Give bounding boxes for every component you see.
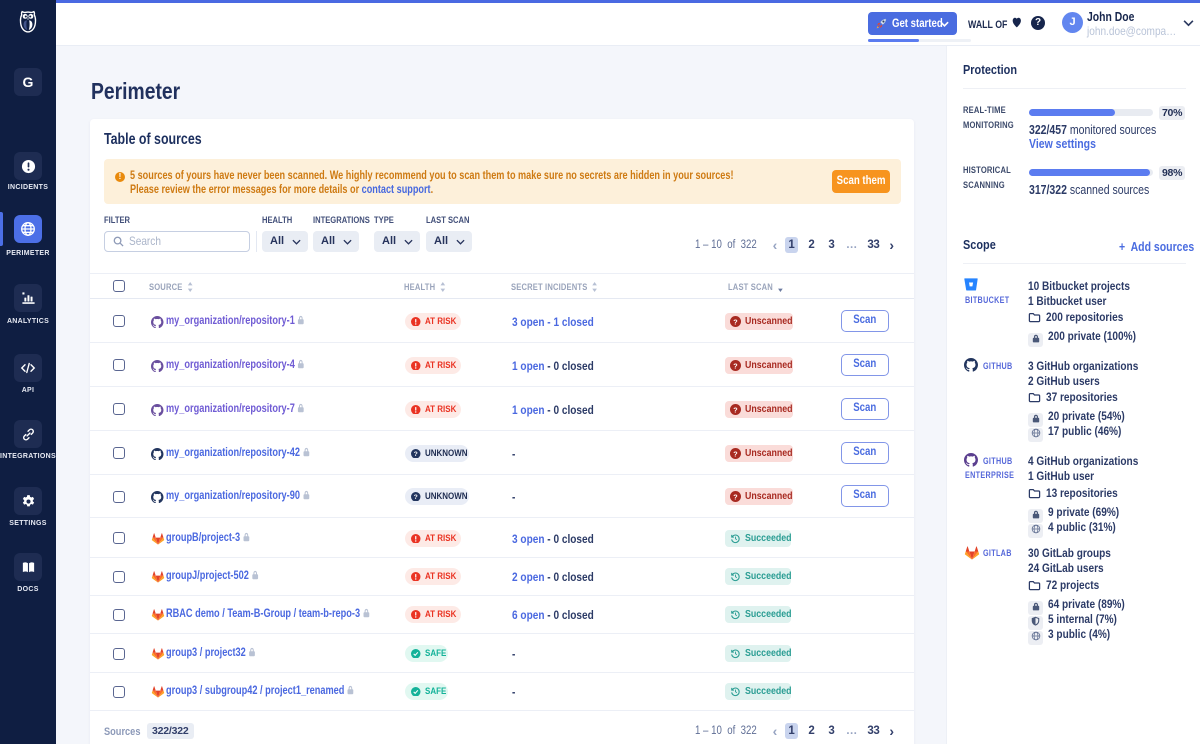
svg-text:?: ? [733,317,737,326]
svg-text:?: ? [414,494,418,501]
svg-text:?: ? [733,492,737,501]
svg-text:?: ? [733,405,737,414]
svg-text:?: ? [733,449,737,458]
svg-text:?: ? [733,361,737,370]
svg-text:?: ? [414,451,418,458]
